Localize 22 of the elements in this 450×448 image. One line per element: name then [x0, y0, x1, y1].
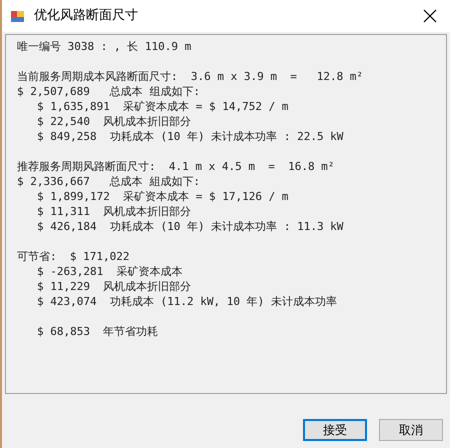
report-line: 可节省: $ 171,022	[17, 249, 130, 264]
app-icon	[10, 8, 26, 24]
report-line: $ 11,229 风机成本折旧部分	[36, 279, 192, 294]
report-line: $ 68,853 年节省功耗	[36, 324, 160, 339]
report-line: $ -263,281 采矿资本成本	[36, 264, 184, 279]
report-line: $ 2,507,689 总成本 组成如下:	[17, 84, 201, 99]
report-line: $ 423,074 功耗成本 (11.2 kW, 10 年) 未计成本功率	[36, 294, 338, 309]
dialog-button[interactable]: 取消	[379, 419, 443, 441]
report-line: $ 22,540 风机成本折旧部分	[36, 114, 192, 129]
report-line: $ 1,899,172 采矿资本成本 = $ 17,126 / m	[36, 189, 290, 204]
report-line: $ 849,258 功耗成本 (10 年) 未计成本功率 : 22.5 kW	[36, 129, 344, 144]
close-icon	[423, 9, 437, 23]
dialog-button[interactable]: 接受	[303, 419, 367, 441]
report-line: $ 1,635,891 采矿资本成本 = $ 14,752 / m	[36, 99, 290, 114]
report-line: $ 2,336,667 总成本 組成如下:	[17, 174, 201, 189]
report-text-area[interactable]	[5, 34, 447, 394]
report-line: $ 11,311 风机成本折旧部分	[36, 204, 192, 219]
report-line: 推荐服务周期风路断面尺寸: 4.1 m x 4.5 m = 16.8 m²	[17, 159, 336, 174]
window-title: 优化风路断面尺寸	[34, 7, 138, 26]
report-line: 唯一编号 3038 : , 长 110.9 m	[17, 39, 192, 54]
report-line: $ 426,184 功耗成本 (10 年) 未计成本功率 : 11.3 kW	[36, 219, 344, 234]
report-line: 当前服务周期成本风路断面尺寸: 3.6 m x 3.9 m = 12.8 m²	[17, 69, 364, 84]
